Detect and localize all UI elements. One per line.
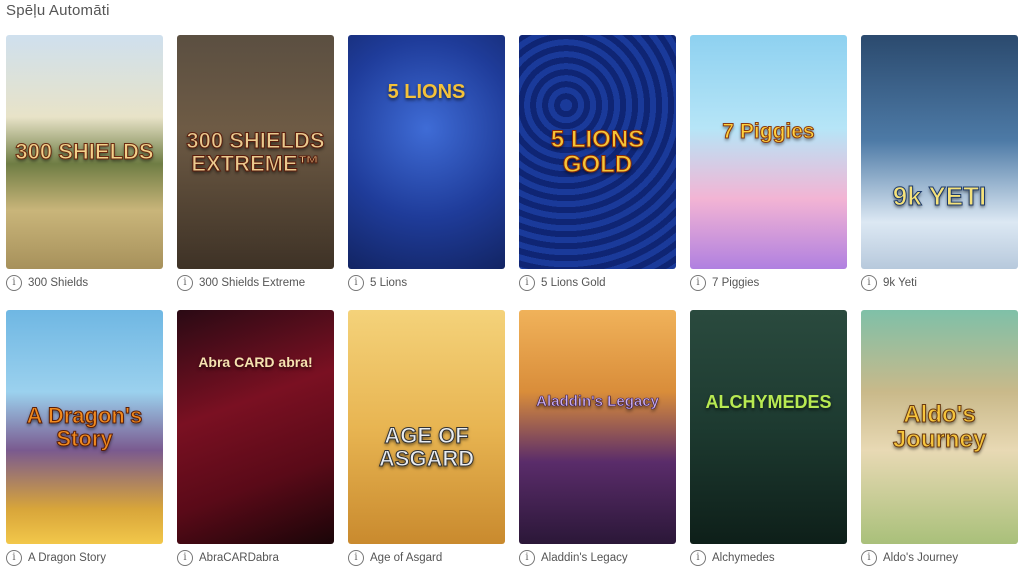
game-thumbnail[interactable]: Aladdin's Legacy (519, 310, 676, 544)
section-title: Spēļu Automāti (6, 2, 110, 19)
game-card[interactable]: 5 LIONS GOLD i 5 Lions Gold (519, 35, 676, 294)
game-title[interactable]: Aldo's Journey (883, 552, 958, 564)
game-title[interactable]: Age of Asgard (370, 552, 442, 564)
info-icon[interactable]: i (519, 275, 535, 291)
info-icon[interactable]: i (177, 550, 193, 566)
game-caption: i 300 Shields (6, 272, 163, 294)
game-card[interactable]: 300 SHIELDS i 300 Shields (6, 35, 163, 294)
info-icon[interactable]: i (861, 275, 877, 291)
game-card[interactable]: 7 Piggies i 7 Piggies (690, 35, 847, 294)
game-title[interactable]: Aladdin's Legacy (541, 552, 628, 564)
game-caption: i A Dragon Story (6, 547, 163, 569)
game-caption: i AbraCARDabra (177, 547, 334, 569)
thumbnail-title: Aladdin's Legacy (536, 393, 659, 411)
game-caption: i Age of Asgard (348, 547, 505, 569)
game-thumbnail[interactable]: ALCHYMEDES (690, 310, 847, 544)
info-icon[interactable]: i (6, 550, 22, 566)
info-icon[interactable]: i (519, 550, 535, 566)
thumbnail-title: 300 SHIELDS EXTREME™ (186, 127, 325, 176)
thumbnail-title: Aldo's Journey (892, 400, 987, 453)
game-thumbnail[interactable]: Aldo's Journey (861, 310, 1018, 544)
thumbnail-title: Abra CARD abra! (198, 353, 313, 370)
game-card[interactable]: 5 LIONS i 5 Lions (348, 35, 505, 294)
game-thumbnail[interactable]: A Dragon's Story (6, 310, 163, 544)
game-caption: i 7 Piggies (690, 272, 847, 294)
game-grid: 300 SHIELDS i 300 Shields 300 SHIELDS EX… (6, 35, 1018, 569)
info-icon[interactable]: i (177, 275, 193, 291)
info-icon[interactable]: i (348, 275, 364, 291)
game-thumbnail[interactable]: 5 LIONS GOLD (519, 35, 676, 269)
game-card[interactable]: ALCHYMEDES i Alchymedes (690, 310, 847, 569)
game-title[interactable]: 300 Shields Extreme (199, 277, 305, 289)
info-icon[interactable]: i (690, 550, 706, 566)
thumbnail-title: 300 SHIELDS (15, 139, 154, 165)
info-icon[interactable]: i (690, 275, 706, 291)
thumbnail-title: 7 Piggies (722, 119, 815, 143)
thumbnail-title: 5 LIONS (387, 80, 466, 103)
game-caption: i Aladdin's Legacy (519, 547, 676, 569)
game-thumbnail[interactable]: AGE OF ASGARD (348, 310, 505, 544)
game-caption: i 5 Lions Gold (519, 272, 676, 294)
game-title[interactable]: 5 Lions (370, 277, 407, 289)
game-caption: i 9k Yeti (861, 272, 1018, 294)
game-title[interactable]: 9k Yeti (883, 277, 917, 289)
thumbnail-title: A Dragon's Story (26, 402, 143, 451)
game-thumbnail[interactable]: 7 Piggies (690, 35, 847, 269)
game-card[interactable]: Aladdin's Legacy i Aladdin's Legacy (519, 310, 676, 569)
game-title[interactable]: A Dragon Story (28, 552, 106, 564)
game-thumbnail[interactable]: 5 LIONS (348, 35, 505, 269)
game-thumbnail[interactable]: Abra CARD abra! (177, 310, 334, 544)
thumbnail-title: 5 LIONS GOLD (550, 125, 645, 178)
game-card[interactable]: A Dragon's Story i A Dragon Story (6, 310, 163, 569)
info-icon[interactable]: i (348, 550, 364, 566)
info-icon[interactable]: i (6, 275, 22, 291)
game-title[interactable]: Alchymedes (712, 552, 775, 564)
game-card[interactable]: AGE OF ASGARD i Age of Asgard (348, 310, 505, 569)
game-title[interactable]: AbraCARDabra (199, 552, 279, 564)
game-thumbnail[interactable]: 300 SHIELDS (6, 35, 163, 269)
game-card[interactable]: Abra CARD abra! i AbraCARDabra (177, 310, 334, 569)
game-title[interactable]: 300 Shields (28, 277, 88, 289)
game-thumbnail[interactable]: 9k YETI (861, 35, 1018, 269)
thumbnail-title: AGE OF ASGARD (378, 422, 475, 471)
game-caption: i 300 Shields Extreme (177, 272, 334, 294)
game-title[interactable]: 5 Lions Gold (541, 277, 606, 289)
thumbnail-title: 9k YETI (892, 181, 987, 212)
game-caption: i Aldo's Journey (861, 547, 1018, 569)
game-card[interactable]: 9k YETI i 9k Yeti (861, 35, 1018, 294)
game-card[interactable]: 300 SHIELDS EXTREME™ i 300 Shields Extre… (177, 35, 334, 294)
thumbnail-title: ALCHYMEDES (705, 391, 832, 412)
game-thumbnail[interactable]: 300 SHIELDS EXTREME™ (177, 35, 334, 269)
game-caption: i 5 Lions (348, 272, 505, 294)
game-title[interactable]: 7 Piggies (712, 277, 759, 289)
info-icon[interactable]: i (861, 550, 877, 566)
game-card[interactable]: Aldo's Journey i Aldo's Journey (861, 310, 1018, 569)
game-caption: i Alchymedes (690, 547, 847, 569)
